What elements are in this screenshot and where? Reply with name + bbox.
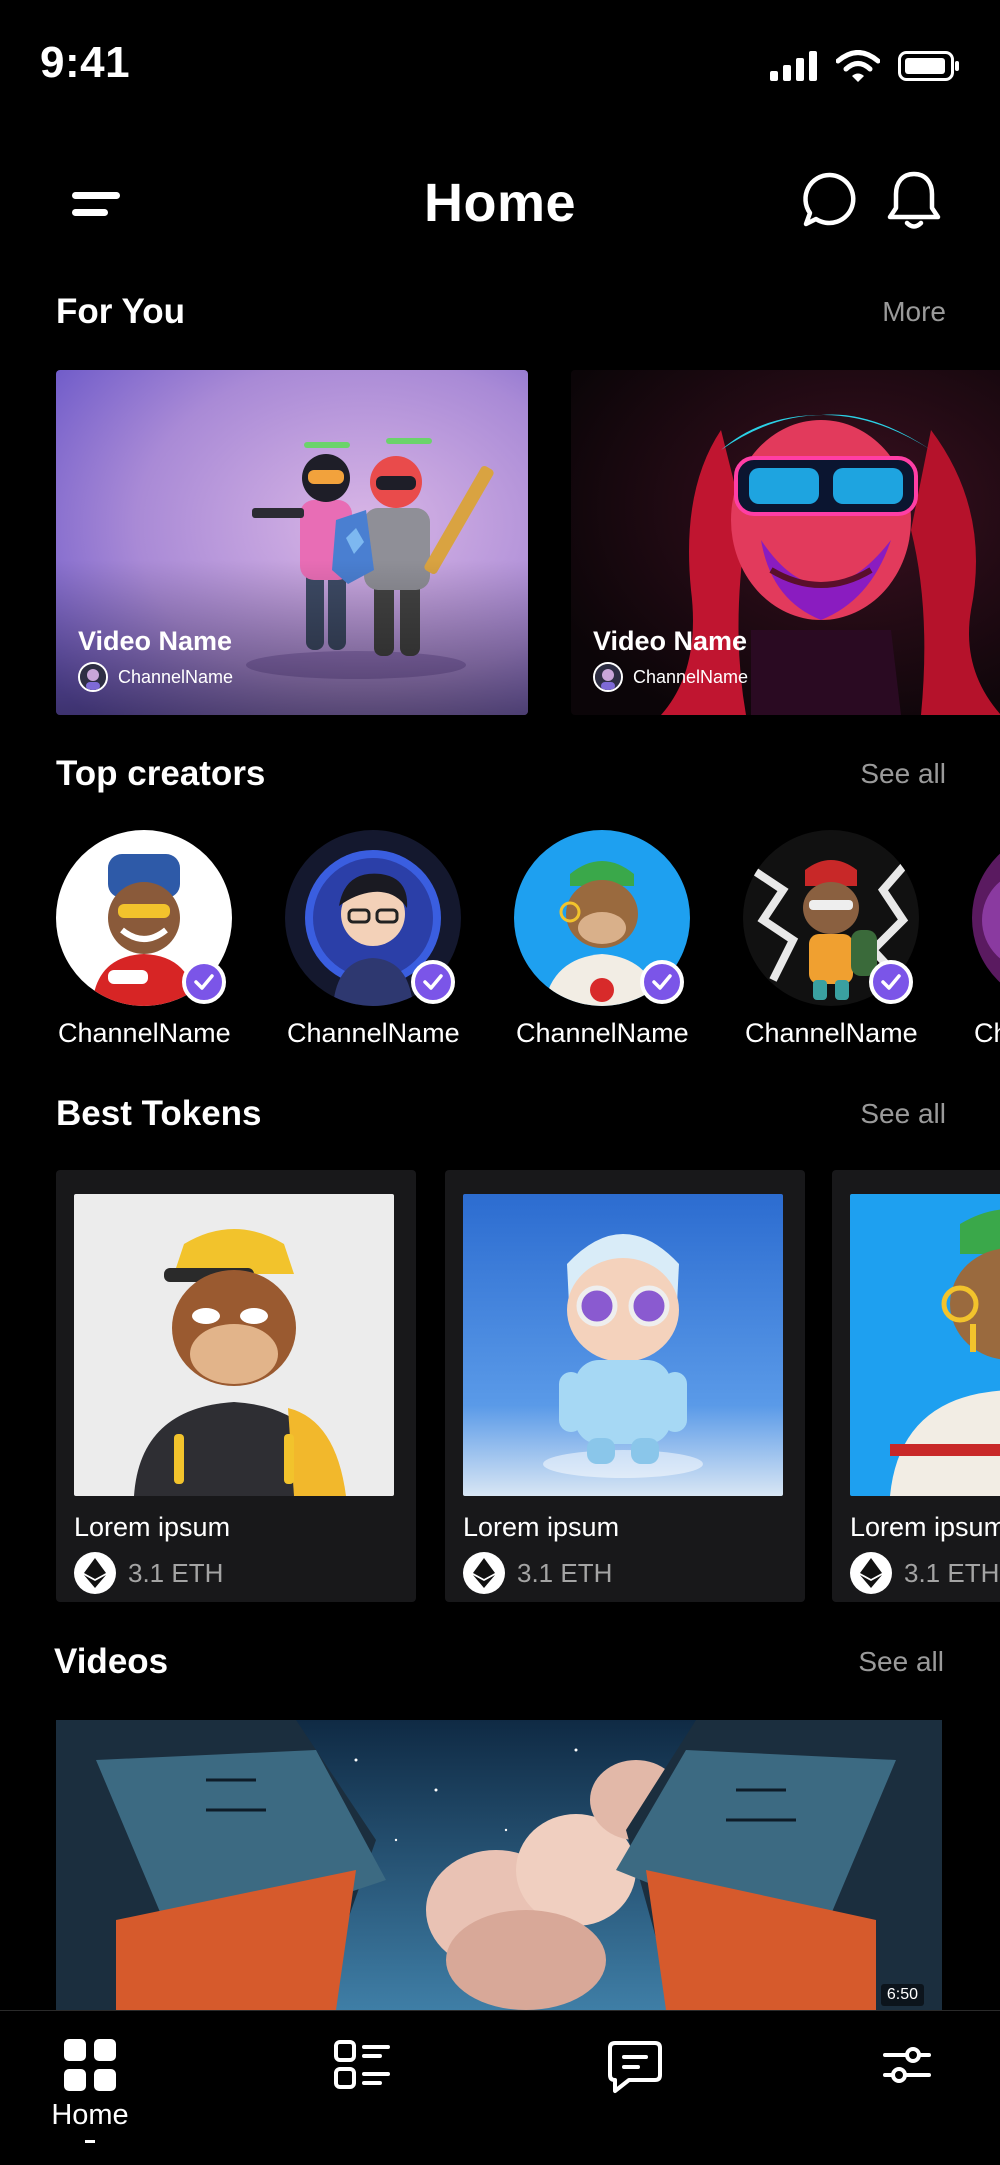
- top-creators-header: Top creators See all: [56, 748, 946, 798]
- verified-badge: [411, 960, 455, 1004]
- token-price-value: 3.1 ETH: [128, 1557, 224, 1588]
- checkmark-icon: [423, 974, 443, 990]
- for-you-carousel[interactable]: Video Name ChannelName Video Name Channe…: [56, 370, 1000, 715]
- verified-badge: [869, 960, 913, 1004]
- battery-icon: [898, 51, 959, 81]
- best-tokens-see-all-link[interactable]: See all: [860, 1098, 946, 1130]
- channel-avatar: [593, 662, 623, 692]
- token-name: Lorem ipsum: [463, 1512, 620, 1542]
- token-name: Lorem ipsum: [850, 1512, 1000, 1542]
- top-creators-carousel[interactable]: ChannelName ChannelName ChannelName Chan…: [56, 830, 1000, 1060]
- for-you-title: For You: [56, 292, 185, 331]
- token-price-value: 3.1 ETH: [517, 1557, 613, 1588]
- video-name: Video Name: [593, 626, 748, 656]
- video-channel: ChannelName: [78, 662, 233, 692]
- notifications-button[interactable]: [884, 168, 944, 232]
- status-icons: [770, 50, 960, 82]
- active-tab-indicator: [85, 2140, 95, 2143]
- creator-item[interactable]: ChannelName: [514, 830, 714, 1060]
- chat-bubble-icon: [803, 172, 856, 227]
- ethereum-icon: [850, 1552, 892, 1594]
- bottom-tab-bar: Home: [0, 2010, 1000, 2165]
- token-art: [74, 1194, 394, 1496]
- video-card[interactable]: Video Name ChannelName: [56, 370, 528, 715]
- token-price: 3.1 ETH: [463, 1552, 612, 1594]
- tab-home[interactable]: Home: [30, 2039, 150, 2149]
- token-art: [463, 1194, 783, 1496]
- video-duration: 6:50: [880, 1984, 924, 2006]
- wifi-icon: [836, 50, 880, 82]
- tab-home-label: Home: [51, 2099, 129, 2131]
- creator-avatar-art: [972, 830, 1000, 1006]
- tab-settings[interactable]: [847, 2039, 967, 2149]
- token-image: [850, 1194, 1000, 1496]
- video-card[interactable]: Video Name ChannelName: [571, 370, 1000, 715]
- token-image: [463, 1194, 783, 1496]
- ethereum-icon: [74, 1552, 116, 1594]
- for-you-more-link[interactable]: More: [882, 296, 946, 328]
- creator-item[interactable]: ChannelName: [285, 830, 485, 1060]
- token-card[interactable]: Lorem ipsum 3.1 ETH: [56, 1170, 416, 1602]
- videos-title: Videos: [54, 1642, 169, 1681]
- verified-badge: [640, 960, 684, 1004]
- ethereum-icon: [463, 1552, 505, 1594]
- video-thumbnail: [56, 1720, 942, 2010]
- channel-avatar: [78, 662, 108, 692]
- for-you-header: For You More: [56, 286, 946, 336]
- best-tokens-title: Best Tokens: [56, 1094, 262, 1133]
- creator-item[interactable]: ChannelName: [743, 830, 943, 1060]
- top-creators-see-all-link[interactable]: See all: [860, 758, 946, 790]
- checkmark-icon: [652, 974, 672, 990]
- checkmark-icon: [881, 974, 901, 990]
- bell-icon: [887, 171, 941, 229]
- creator-name: ChannelName: [58, 1018, 231, 1048]
- sliders-icon: [883, 2047, 931, 2083]
- tab-list[interactable]: [303, 2039, 423, 2149]
- creator-name: ChannelName: [287, 1018, 460, 1048]
- video-name: Video Name: [78, 626, 233, 656]
- creator-item[interactable]: ChannelName: [972, 830, 1000, 1060]
- token-name: Lorem ipsum: [74, 1512, 231, 1542]
- videos-see-all-link[interactable]: See all: [858, 1646, 944, 1678]
- avatar-icon: [80, 664, 106, 690]
- channel-name: ChannelName: [633, 666, 749, 687]
- video-item[interactable]: 6:50: [56, 1720, 942, 2010]
- checkmark-icon: [194, 974, 214, 990]
- best-tokens-header: Best Tokens See all: [56, 1088, 946, 1138]
- video-channel: ChannelName: [593, 662, 748, 692]
- tab-messages[interactable]: [575, 2039, 695, 2149]
- channel-name: ChannelName: [118, 666, 234, 687]
- status-time: 9:41: [40, 38, 131, 87]
- message-icon: [608, 2041, 662, 2093]
- token-card[interactable]: Lorem ipsum 3.1 ETH: [445, 1170, 805, 1602]
- list-icon: [334, 2040, 390, 2089]
- chat-button[interactable]: [800, 170, 860, 230]
- grid-icon: [64, 2039, 116, 2091]
- status-bar: 9:41: [0, 0, 1000, 130]
- top-app-bar: Home: [0, 150, 1000, 260]
- best-tokens-carousel[interactable]: Lorem ipsum 3.1 ETH Lorem ipsum 3.1 ETH …: [56, 1170, 1000, 1602]
- avatar-icon: [595, 664, 621, 690]
- creator-name: ChannelName: [974, 1018, 1000, 1048]
- creator-name: ChannelName: [516, 1018, 689, 1048]
- token-image: [74, 1194, 394, 1496]
- cellular-signal-icon: [770, 51, 817, 81]
- creator-name: ChannelName: [745, 1018, 918, 1048]
- token-card[interactable]: Lorem ipsum 3.1 ETH: [832, 1170, 1000, 1602]
- token-price-value: 3.1 ETH: [904, 1557, 1000, 1588]
- token-price: 3.1 ETH: [850, 1552, 999, 1594]
- token-price: 3.1 ETH: [74, 1552, 223, 1594]
- top-creators-title: Top creators: [56, 754, 266, 793]
- videos-header: Videos See all: [54, 1636, 944, 1686]
- token-art: [850, 1194, 1000, 1496]
- creator-avatar: [972, 830, 1000, 1006]
- creator-item[interactable]: ChannelName: [56, 830, 256, 1060]
- verified-badge: [182, 960, 226, 1004]
